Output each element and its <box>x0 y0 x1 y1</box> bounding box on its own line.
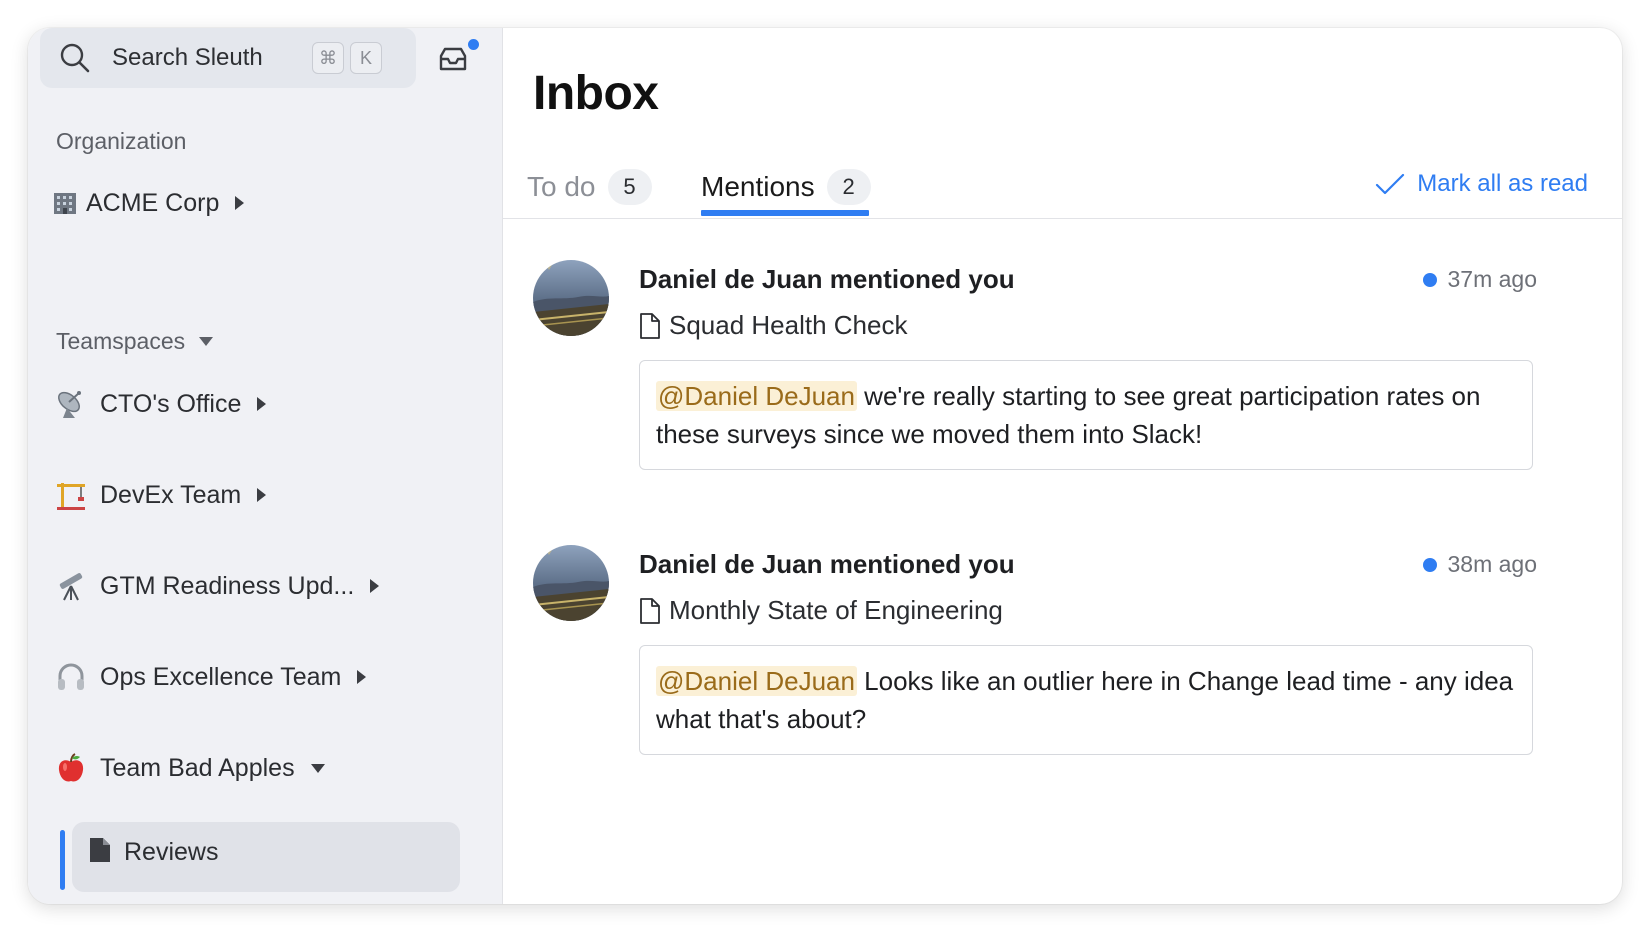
unread-dot <box>1423 557 1438 572</box>
document-title: Monthly State of Engineering <box>669 595 1003 625</box>
sidebar-item-label: DevEx Team <box>100 480 242 509</box>
chevron-right-icon[interactable] <box>370 579 380 593</box>
sidebar-item-label: CTO's Office <box>100 389 242 418</box>
mention-title: Daniel de Juan mentioned you <box>639 549 1015 579</box>
organization-heading: Organization <box>56 128 187 154</box>
teamspaces-label: Teamspaces <box>56 328 186 354</box>
red-apple-icon <box>54 751 88 785</box>
tab-label: To do <box>527 171 596 202</box>
k-key-hint: K <box>350 42 382 74</box>
telescope-icon <box>54 569 88 603</box>
avatar <box>533 545 609 621</box>
user-mention-tag[interactable]: @Daniel DeJuan <box>656 666 857 696</box>
chevron-right-icon[interactable] <box>235 196 245 210</box>
sidebar-item-label: Reviews <box>124 838 219 866</box>
avatar <box>533 260 609 336</box>
mention-document-link[interactable]: Monthly State of Engineering <box>639 595 1003 626</box>
document-icon <box>640 312 660 339</box>
timestamp-text: 38m ago <box>1447 551 1537 577</box>
mention-title: Daniel de Juan mentioned you <box>639 264 1015 294</box>
notification-dot <box>466 37 481 52</box>
sidebar-item-ctos-office[interactable]: CTO's Office <box>54 384 267 424</box>
mention-message: @Daniel DeJuan we're really starting to … <box>639 360 1533 470</box>
tabs-divider <box>503 218 1622 219</box>
mention-message: @Daniel DeJuan Looks like an outlier her… <box>639 645 1533 755</box>
sidebar-item-gtm-readiness[interactable]: GTM Readiness Upd... <box>54 566 380 606</box>
tab-to-do[interactable]: To do 5 <box>527 166 652 208</box>
chevron-down-icon <box>199 337 214 346</box>
sidebar-item-devex-team[interactable]: DevEx Team <box>54 475 267 515</box>
sidebar: Search Sleuth ⌘ K Organization ACME Corp… <box>28 28 503 904</box>
search-label: Search Sleuth <box>112 44 263 71</box>
sidebar-item-label: Team Bad Apples <box>100 753 295 782</box>
unread-dot <box>1423 272 1438 287</box>
document-icon <box>90 838 110 862</box>
search-icon <box>60 43 90 73</box>
tab-mentions[interactable]: Mentions 2 <box>701 166 871 208</box>
sidebar-item-ops-excellence[interactable]: Ops Excellence Team <box>54 657 367 697</box>
construction-crane-icon <box>54 478 88 512</box>
sidebar-item-team-bad-apples[interactable]: Team Bad Apples <box>54 748 325 788</box>
search-button[interactable]: Search Sleuth ⌘ K <box>40 28 416 88</box>
app-window: Search Sleuth ⌘ K Organization ACME Corp… <box>28 28 1622 904</box>
tab-label: Mentions <box>701 171 815 202</box>
tab-count-badge: 2 <box>826 169 871 205</box>
tab-count-badge: 5 <box>607 169 652 205</box>
chevron-right-icon[interactable] <box>257 488 267 502</box>
chevron-down-icon[interactable] <box>310 763 325 773</box>
sidebar-item-label: GTM Readiness Upd... <box>100 571 355 600</box>
chevron-right-icon[interactable] <box>257 397 267 411</box>
mention-timestamp: 38m ago <box>1423 551 1537 578</box>
cmd-key-hint: ⌘ <box>312 42 344 74</box>
teamspaces-heading[interactable]: Teamspaces <box>56 328 214 355</box>
user-mention-tag[interactable]: @Daniel DeJuan <box>656 381 857 411</box>
document-title: Squad Health Check <box>669 310 908 340</box>
inbox-tray-icon[interactable] <box>436 42 470 76</box>
mention-document-link[interactable]: Squad Health Check <box>639 310 907 341</box>
office-building-icon <box>52 190 78 216</box>
mention-timestamp: 37m ago <box>1423 266 1537 293</box>
satellite-dish-icon <box>54 387 88 421</box>
mark-all-read-label: Mark all as read <box>1417 170 1588 197</box>
chevron-right-icon[interactable] <box>357 670 367 684</box>
checkmark-icon <box>1376 173 1405 195</box>
headphones-icon <box>54 660 88 694</box>
mark-all-read-button[interactable]: Mark all as read <box>1375 170 1588 198</box>
active-indicator <box>60 830 65 890</box>
page-title: Inbox <box>533 67 659 120</box>
sidebar-item-acme-corp[interactable]: ACME Corp <box>52 183 245 223</box>
document-icon <box>640 597 660 624</box>
sidebar-item-label: ACME Corp <box>86 188 220 217</box>
sidebar-item-label: Ops Excellence Team <box>100 662 342 691</box>
inbox-panel: Inbox To do 5 Mentions 2 Mark all as rea… <box>503 28 1622 904</box>
active-tab-underline <box>701 210 869 216</box>
timestamp-text: 37m ago <box>1447 266 1537 292</box>
